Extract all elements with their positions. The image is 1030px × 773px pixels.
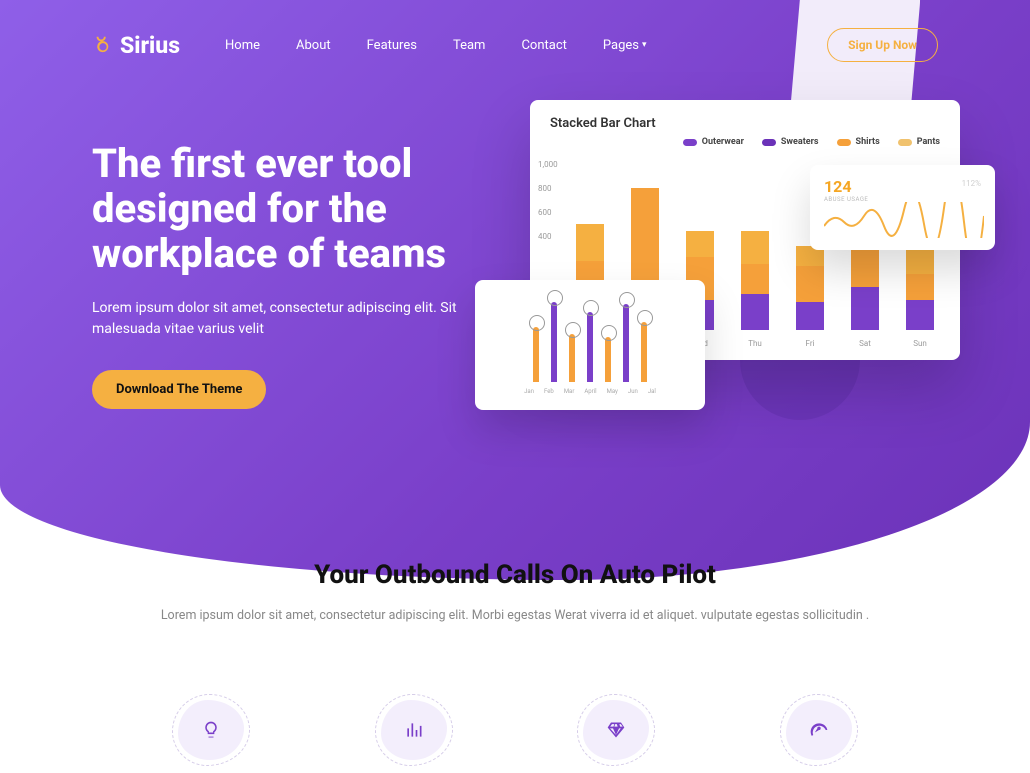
spark-line	[824, 202, 984, 238]
feature-speed[interactable]	[786, 700, 852, 760]
feature-diamond[interactable]	[583, 700, 649, 760]
signup-button[interactable]: Sign Up Now	[827, 28, 938, 62]
section-title: Your Outbound Calls On Auto Pilot	[40, 560, 990, 590]
logo[interactable]: Sirius	[92, 32, 180, 59]
features-row	[0, 700, 1030, 760]
logo-icon	[92, 34, 114, 56]
download-button[interactable]: Download The Theme	[92, 370, 266, 409]
logo-text: Sirius	[120, 32, 180, 59]
nav-about[interactable]: About	[296, 38, 331, 53]
section-outbound: Your Outbound Calls On Auto Pilot Lorem …	[0, 560, 1030, 626]
hero-title: The first ever tool designed for the wor…	[92, 142, 492, 276]
diamond-icon	[606, 720, 626, 740]
spark-pct: 112%	[962, 179, 981, 188]
bulb-icon	[201, 720, 221, 740]
spark-value: 124	[824, 177, 981, 196]
gauge-icon	[809, 720, 829, 740]
nav-features[interactable]: Features	[367, 38, 417, 53]
feature-idea[interactable]	[178, 700, 244, 760]
nav-team[interactable]: Team	[453, 38, 486, 53]
hero-subtitle: Lorem ipsum dolor sit amet, consectetur …	[92, 298, 472, 340]
chevron-down-icon: ▾	[642, 40, 647, 50]
chart-card-mini: JanFebMarAprilMayJunJal	[475, 280, 705, 410]
chart-card-spark: 124 ABUSE USAGE 112%	[810, 165, 995, 250]
nav-home[interactable]: Home	[225, 38, 260, 53]
nav-pages[interactable]: Pages▾	[603, 38, 647, 53]
nav-contact[interactable]: Contact	[521, 38, 566, 53]
bars-icon	[404, 720, 424, 740]
section-sub: Lorem ipsum dolor sit amet, consectetur …	[40, 606, 990, 626]
main-nav: Sirius Home About Features Team Contact …	[0, 0, 1030, 62]
feature-analytics[interactable]	[381, 700, 447, 760]
chart-title: Stacked Bar Chart	[550, 116, 940, 131]
chart-legend: Outerwear Sweaters Shirts Pants	[550, 137, 940, 147]
